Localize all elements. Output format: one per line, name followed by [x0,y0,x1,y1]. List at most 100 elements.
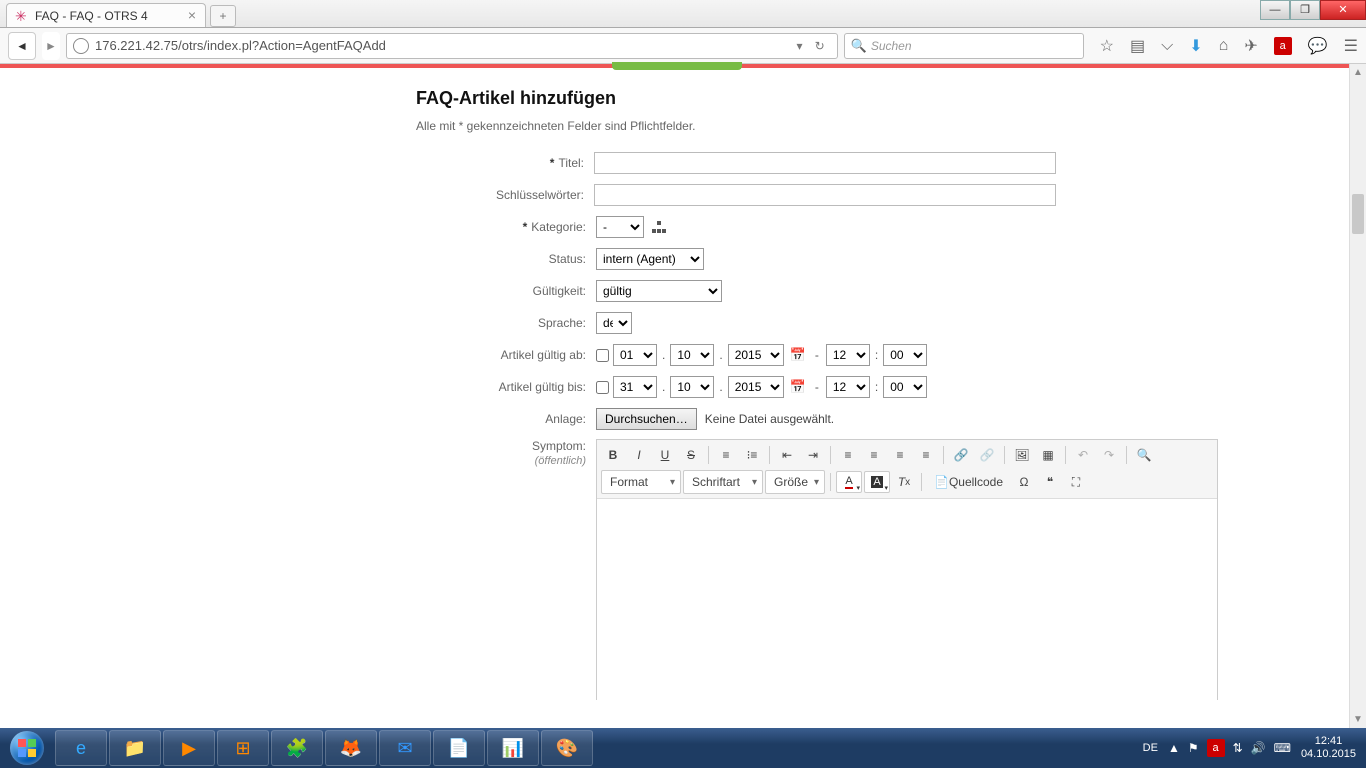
window-close-button[interactable]: ✕ [1320,0,1366,20]
tray-flag-icon[interactable]: ⚑ [1188,741,1199,755]
editor-italic-button[interactable]: I [627,444,651,466]
category-tree-icon[interactable] [652,221,666,233]
editor-removeformat-button[interactable]: Tx [892,471,916,493]
taskbar-app1-icon[interactable]: 🧩 [271,730,323,766]
editor-maximize-button[interactable]: ⛶ [1064,471,1088,493]
taskbar-calc-icon[interactable]: 📊 [487,730,539,766]
taskbar-paint-icon[interactable]: 🎨 [541,730,593,766]
scroll-down-arrow-icon[interactable]: ▼ [1350,711,1366,728]
editor-font-select[interactable]: Schriftart [683,470,763,494]
home-icon[interactable]: ⌂ [1219,37,1229,55]
tray-show-hidden-icon[interactable]: ▲ [1168,741,1180,755]
file-browse-button[interactable]: Durchsuchen… [596,408,697,430]
pocket-icon[interactable]: ⌵ [1161,37,1173,55]
taskbar-mediaplayer-icon[interactable]: ▶ [163,730,215,766]
scroll-thumb[interactable] [1352,194,1364,234]
editor-link-button[interactable]: 🔗 [949,444,973,466]
avira-icon[interactable]: a [1274,37,1292,55]
editor-quote-button[interactable]: ❝ [1038,471,1062,493]
valid-to-year-select[interactable]: 2015 [728,376,784,398]
editor-ol-button[interactable]: ≡ [714,444,738,466]
new-tab-button[interactable]: + [210,5,236,27]
editor-specialchar-button[interactable]: Ω [1012,471,1036,493]
editor-image-button[interactable]: 🖼 [1010,444,1034,466]
valid-from-minute-select[interactable]: 00 [883,344,927,366]
editor-ul-button[interactable]: ⁝≡ [740,444,764,466]
nav-back-button[interactable]: ◄ [8,32,36,60]
browser-tab-active[interactable]: FAQ - FAQ - OTRS 4 × [6,3,206,27]
page-title: FAQ-Artikel hinzufügen [416,88,1056,109]
browser-search-input[interactable]: 🔍 Suchen [844,33,1084,59]
valid-to-enable-checkbox[interactable] [596,381,609,394]
editor-content-area[interactable] [597,499,1217,700]
valid-to-hour-select[interactable]: 12 [826,376,870,398]
editor-underline-button[interactable]: U [653,444,677,466]
status-select[interactable]: intern (Agent) [596,248,704,270]
url-bar[interactable]: 176.221.42.75/otrs/index.pl?Action=Agent… [66,33,838,59]
valid-to-minute-select[interactable]: 00 [883,376,927,398]
editor-align-left-button[interactable]: ≡ [836,444,860,466]
valid-from-enable-checkbox[interactable] [596,349,609,362]
editor-outdent-button[interactable]: ⇤ [775,444,799,466]
editor-table-button[interactable]: ▦ [1036,444,1060,466]
editor-align-justify-button[interactable]: ≡ [914,444,938,466]
tray-network-icon[interactable]: ⇅ [1233,741,1243,755]
editor-unlink-button[interactable]: 🔗 [975,444,999,466]
editor-format-select[interactable]: Format [601,470,681,494]
tray-lang-indicator[interactable]: DE [1143,742,1158,754]
editor-text-color-button[interactable]: A [836,471,862,493]
valid-from-year-select[interactable]: 2015 [728,344,784,366]
editor-size-select[interactable]: Größe [765,470,825,494]
category-select[interactable]: - [596,216,644,238]
tray-keyboard-icon[interactable]: ⌨ [1274,741,1291,755]
taskbar-thunderbird-icon[interactable]: ✉ [379,730,431,766]
nav-forward-button[interactable]: ► [42,32,60,60]
taskbar-office-icon[interactable]: ⊞ [217,730,269,766]
editor-undo-button[interactable]: ↶ [1071,444,1095,466]
editor-align-center-button[interactable]: ≡ [862,444,886,466]
reload-button[interactable]: ↻ [809,39,831,53]
taskbar-ie-icon[interactable]: e [55,730,107,766]
tab-close-button[interactable]: × [185,9,199,23]
url-dropdown-icon[interactable]: ▾ [791,39,809,53]
downloads-icon[interactable]: ⬇ [1189,36,1202,56]
title-input[interactable] [594,152,1056,174]
editor-indent-button[interactable]: ⇥ [801,444,825,466]
label-valid-to: Artikel gültig bis: [416,380,596,394]
validity-select[interactable]: gültig [596,280,722,302]
scroll-up-arrow-icon[interactable]: ▲ [1350,64,1366,81]
window-maximize-button[interactable]: ❐ [1290,0,1320,20]
start-button[interactable] [0,728,54,768]
chat-icon[interactable]: 💬 [1308,36,1328,56]
taskbar-writer-icon[interactable]: 📄 [433,730,485,766]
menu-icon[interactable]: ☰ [1344,36,1358,56]
bookmark-star-icon[interactable]: ☆ [1100,36,1114,56]
valid-from-hour-select[interactable]: 12 [826,344,870,366]
search-icon: 🔍 [851,38,867,54]
editor-bold-button[interactable]: B [601,444,625,466]
tray-volume-icon[interactable]: 🔊 [1251,741,1266,755]
valid-from-day-select[interactable]: 01 [613,344,657,366]
page-scrollbar[interactable]: ▲ ▼ [1349,64,1366,728]
taskbar-explorer-icon[interactable]: 📁 [109,730,161,766]
editor-align-right-button[interactable]: ≡ [888,444,912,466]
label-category: *Kategorie: [416,220,596,234]
language-select[interactable]: de [596,312,632,334]
taskbar-firefox-icon[interactable]: 🦊 [325,730,377,766]
valid-from-calendar-icon[interactable]: 📅 [788,347,808,363]
reading-list-icon[interactable]: ▤ [1130,36,1145,56]
valid-to-calendar-icon[interactable]: 📅 [788,379,808,395]
editor-redo-button[interactable]: ↷ [1097,444,1121,466]
editor-bg-color-button[interactable]: A [864,471,890,493]
editor-source-button[interactable]: 📄 Quellcode [927,471,1010,493]
editor-find-button[interactable]: 🔍 [1132,444,1156,466]
window-minimize-button[interactable]: — [1260,0,1290,20]
tray-clock[interactable]: 12:41 04.10.2015 [1301,735,1356,761]
keywords-input[interactable] [594,184,1056,206]
editor-strike-button[interactable]: S [679,444,703,466]
valid-to-month-select[interactable]: 10 [670,376,714,398]
valid-from-month-select[interactable]: 10 [670,344,714,366]
valid-to-day-select[interactable]: 31 [613,376,657,398]
send-icon[interactable]: ✈ [1244,36,1257,56]
tray-avira-icon[interactable]: a [1207,739,1225,757]
